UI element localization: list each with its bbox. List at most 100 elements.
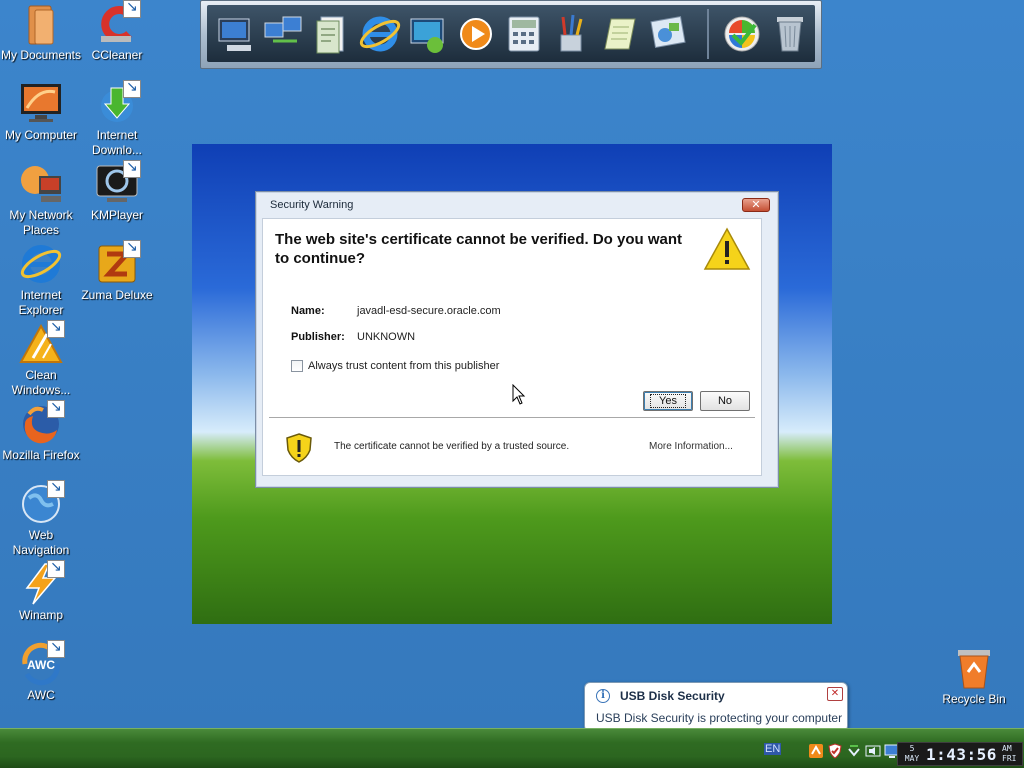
network-arrow-icon[interactable] (846, 743, 862, 759)
windows-logo-icon[interactable] (719, 11, 765, 57)
ie-icon (19, 242, 63, 286)
desktop-icon-label: Mozilla Firefox (2, 448, 80, 462)
desktop-icon-zuma-deluxe[interactable]: Zuma Deluxe (76, 239, 158, 303)
awc-icon: AWC (19, 639, 65, 686)
notepad-icon[interactable] (597, 11, 643, 57)
trust-checkbox-label[interactable]: Always trust content from this publisher (308, 360, 499, 372)
firefox-icon (19, 399, 65, 446)
desktop-icon-label: My Network Places (9, 208, 73, 237)
clock-date: 5 MAY (901, 744, 923, 764)
dialog-title: Security Warning (270, 199, 354, 211)
desktop-icon-label: Internet Downlo... (91, 128, 143, 157)
svg-text:AWC: AWC (27, 658, 55, 672)
notification-title: USB Disk Security (620, 689, 725, 703)
publisher-value: UNKNOWN (357, 331, 416, 343)
clock-am-pm: AM (1002, 744, 1012, 753)
warning-icon (703, 227, 751, 271)
desktop-icon-ccleaner[interactable]: CCleaner (76, 0, 158, 63)
documents-icon[interactable] (309, 11, 355, 57)
notification-text: USB Disk Security is protecting your com… (596, 711, 843, 725)
broom-warning-icon (19, 319, 65, 366)
volume-icon[interactable] (865, 743, 881, 759)
close-button[interactable]: ✕ (742, 198, 770, 212)
desktop-icon-label: Internet Explorer (18, 288, 64, 317)
control-panel-icon[interactable] (645, 11, 691, 57)
name-value: javadl-esd-secure.oracle.com (357, 305, 501, 317)
desktop-icon-internet-explorer[interactable]: Internet Explorer (0, 242, 82, 318)
yes-button[interactable]: Yes (643, 391, 693, 411)
dialog-content: The web site's certificate cannot be ver… (262, 218, 762, 476)
my-computer-icon[interactable] (213, 11, 259, 57)
certificate-footer-text: The certificate cannot be verified by a … (334, 441, 570, 452)
trash-icon[interactable] (767, 11, 813, 57)
shortcut-arrow-icon (47, 639, 65, 658)
desktop-icon-clean-windows[interactable]: Clean Windows... (0, 319, 82, 398)
desktop-icon-winamp[interactable]: Winamp (0, 559, 82, 623)
shield-warning-icon (283, 432, 315, 464)
info-icon: i (596, 689, 610, 703)
security-warning-dialog: Security Warning ✕ The web site's certif… (255, 191, 779, 488)
desktop-icon-internet-download-manager[interactable]: Internet Downlo... (76, 79, 158, 158)
desktop-icon-label: Web Navigation (12, 528, 70, 557)
desktop-icon-my-computer[interactable]: My Computer (0, 82, 82, 143)
desktop-icon-label: CCleaner (91, 48, 143, 62)
desktop: My Documents My Computer My Network Plac… (0, 0, 1024, 741)
folder-icon (19, 2, 63, 46)
shortcut-arrow-icon (47, 559, 65, 578)
desktop-icon-awc[interactable]: AWC AWC (0, 639, 82, 703)
publisher-label: Publisher: (291, 331, 345, 343)
clock-suffix: AM FRI (1002, 744, 1016, 764)
shortcut-arrow-icon (123, 239, 141, 258)
clock[interactable]: 5 MAY 1:43:56 AM FRI (897, 742, 1023, 766)
more-information-link[interactable]: More Information... (649, 441, 733, 452)
no-button[interactable]: No (700, 391, 750, 411)
network-icon[interactable] (261, 11, 307, 57)
clock-weekday: FRI (1002, 754, 1017, 763)
desktop-icon-kmplayer[interactable]: KMPlayer (76, 159, 158, 223)
desktop-icon-mozilla-firefox[interactable]: Mozilla Firefox (0, 399, 82, 463)
desktop-icon-web-navigation[interactable]: Web Navigation (0, 479, 82, 558)
language-indicator[interactable]: EN (764, 743, 782, 755)
shortcut-arrow-icon (47, 399, 65, 418)
name-label: Name: (291, 305, 325, 317)
quick-launch-dock (200, 0, 822, 69)
desktop-icon-label: AWC (27, 688, 55, 702)
desktop-icon-recycle-bin[interactable]: Recycle Bin (933, 646, 1015, 707)
trust-checkbox-row[interactable]: Always trust content from this publisher (291, 360, 499, 372)
clock-month: MAY (904, 754, 920, 763)
desktop-icon-label: My Documents (0, 48, 82, 62)
desktop-icon-my-network-places[interactable]: My Network Places (0, 162, 82, 238)
desktop-icon-label: Recycle Bin (942, 692, 1006, 706)
desktop-icon-label: My Computer (4, 128, 78, 142)
desktop-icon-my-documents[interactable]: My Documents (0, 2, 82, 63)
mouse-cursor-icon (512, 383, 526, 406)
taskbar: EN 5 MAY 1:43:56 AM FRI (0, 728, 1024, 768)
desktop-icon-label: Zuma Deluxe (81, 288, 153, 302)
paint-icon[interactable] (549, 11, 595, 57)
shortcut-arrow-icon (123, 159, 141, 178)
clock-day-number: 5 (909, 744, 915, 753)
winamp-icon (19, 559, 65, 606)
zuma-icon (95, 239, 141, 286)
usb-security-icon[interactable] (808, 743, 824, 759)
desktop-icon-label: KMPlayer (90, 208, 143, 222)
trust-checkbox[interactable] (291, 360, 303, 372)
desktop-icon-label: Clean Windows... (11, 368, 71, 397)
shortcut-arrow-icon (123, 0, 141, 18)
notification-close-button[interactable]: ✕ (827, 687, 843, 701)
download-globe-icon (95, 79, 141, 126)
ccleaner-icon (95, 0, 141, 46)
system-tray (808, 743, 903, 759)
calculator-icon[interactable] (501, 11, 547, 57)
shield-alert-icon[interactable] (827, 743, 843, 759)
media-center-icon[interactable] (405, 11, 451, 57)
shortcut-arrow-icon (47, 479, 65, 498)
usb-security-notification[interactable]: i USB Disk Security ✕ USB Disk Security … (584, 682, 848, 741)
divider (269, 417, 755, 418)
shortcut-arrow-icon (47, 319, 65, 338)
dock-separator (707, 9, 709, 59)
media-player-icon[interactable] (453, 11, 499, 57)
shortcut-arrow-icon (123, 79, 141, 98)
internet-explorer-icon[interactable] (357, 11, 403, 57)
recycle-bin-icon (952, 646, 996, 690)
